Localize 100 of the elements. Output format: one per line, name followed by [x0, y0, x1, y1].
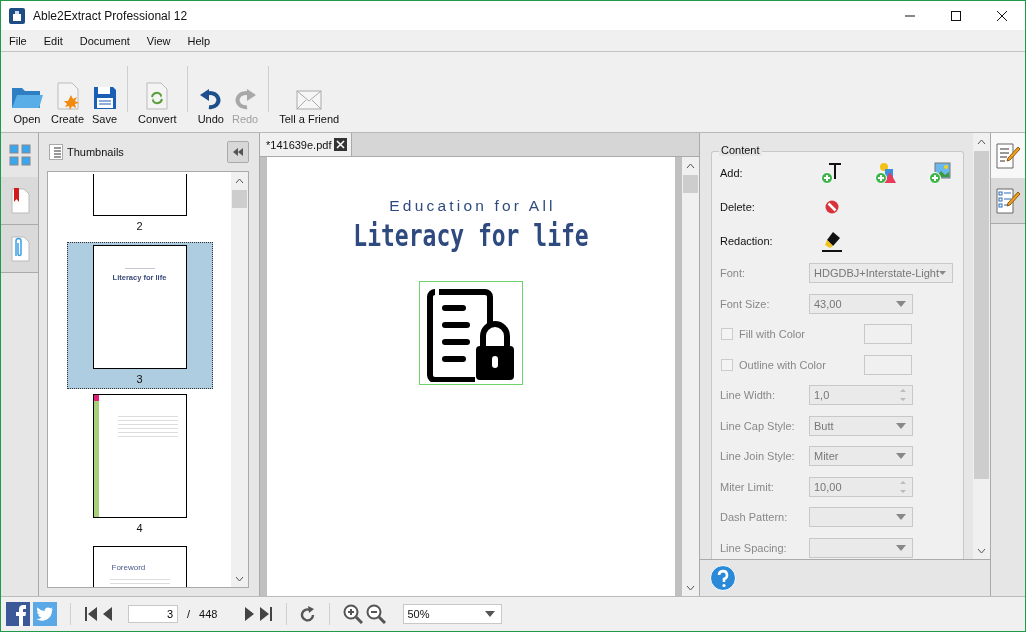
dropdown-arrow-icon — [485, 611, 496, 617]
field-label: Delete: — [720, 201, 756, 213]
menu-item[interactable]: File — [8, 34, 43, 47]
page-title: Literacy for life — [353, 219, 589, 253]
side-tab[interactable] — [1, 225, 38, 273]
page-number: 4 — [136, 521, 143, 536]
page-count: 448 — [199, 608, 218, 620]
scroll-up-icon — [686, 163, 695, 169]
marker-icon[interactable] — [821, 230, 843, 252]
dropdown-arrow-icon — [896, 422, 906, 429]
dropdown-arrow-icon — [896, 453, 906, 460]
bookmark-page-icon — [9, 187, 30, 214]
spinner-icon — [900, 479, 906, 494]
thumbnail-title: Foreword — [111, 563, 146, 572]
field-label: Redaction: — [720, 235, 774, 247]
dropdown-arrow-icon — [896, 544, 906, 551]
scrollbar[interactable] — [682, 157, 699, 596]
scroll-down-icon — [686, 585, 695, 591]
app-icon — [9, 7, 25, 24]
add-text-icon[interactable] — [821, 162, 843, 184]
checkbox-label: Outline with Color — [739, 358, 827, 371]
window-title: Able2Extract Professional 12 — [33, 8, 189, 23]
field-label: Font Size: — [720, 297, 771, 310]
scroll-up-icon — [235, 178, 244, 184]
color-swatch[interactable] — [864, 354, 912, 375]
field-label: Line Join Style: — [720, 450, 796, 463]
double-arrow-icon — [233, 148, 243, 156]
menu-item[interactable]: Help — [186, 34, 227, 47]
thumbnail-item[interactable]: Foreword — [66, 544, 213, 587]
undo-icon — [198, 86, 223, 110]
color-swatch[interactable] — [864, 324, 912, 345]
page-thumbnail[interactable] — [92, 174, 187, 216]
facebook-icon[interactable] — [6, 602, 30, 626]
toolbar-button[interactable]: Undo — [193, 80, 228, 125]
spinner-icon — [900, 388, 906, 403]
help-icon[interactable] — [710, 565, 736, 591]
scroll-down-icon — [977, 548, 986, 554]
side-tab[interactable] — [991, 133, 1025, 178]
dropdown-arrow-icon — [896, 514, 906, 521]
no-entry-icon[interactable] — [825, 200, 839, 214]
field-label: Font: — [720, 267, 747, 280]
panel-title: Thumbnails — [67, 146, 125, 158]
scroll-thumb[interactable] — [232, 190, 247, 208]
dropdown-arrow-icon — [939, 270, 946, 277]
zoom-out-icon[interactable] — [366, 604, 387, 624]
envelope-icon — [296, 90, 323, 110]
field-label: Line Width: — [720, 389, 777, 402]
scrollbar[interactable] — [231, 172, 248, 587]
side-tab[interactable] — [991, 178, 1025, 224]
thumbnail-item[interactable]: 4 — [66, 392, 213, 538]
document-tab[interactable]: *141639e.pdf — [260, 133, 353, 156]
field-label: Line Spacing: — [720, 541, 788, 554]
field-label: Miter Limit: — [720, 480, 775, 493]
previous-page-icon[interactable] — [101, 606, 113, 622]
page-number: 3 — [136, 372, 143, 387]
maximize-icon[interactable] — [950, 9, 962, 22]
field-label: Line Cap Style: — [720, 419, 796, 432]
page-separator: / — [187, 608, 191, 620]
add-image-icon[interactable] — [929, 162, 951, 184]
close-icon[interactable] — [334, 138, 348, 151]
group-title: Content — [719, 144, 762, 156]
close-icon[interactable] — [996, 9, 1008, 22]
page-number-field[interactable]: 3 — [128, 605, 178, 623]
thumbnail-item[interactable]: 2 — [66, 172, 213, 236]
toolbar-button[interactable]: Open — [7, 80, 47, 125]
tab-label: *141639e.pdf — [266, 138, 332, 151]
page-arrows-icon — [145, 82, 170, 110]
form-pencil-icon — [996, 187, 1020, 214]
first-page-icon[interactable] — [84, 606, 98, 622]
dropdown-arrow-icon — [896, 300, 906, 307]
rotate-icon[interactable] — [300, 606, 317, 622]
last-page-icon[interactable] — [259, 606, 274, 622]
add-shape-icon[interactable] — [875, 162, 897, 184]
list-icon — [49, 144, 63, 160]
menu-item[interactable]: Edit — [42, 34, 79, 47]
field-label: Add: — [720, 167, 744, 179]
collapse-button[interactable] — [227, 141, 249, 163]
toolbar-button[interactable]: Convert — [134, 80, 181, 125]
new-page-icon — [55, 82, 80, 110]
paperclip-page-icon — [9, 235, 30, 262]
page-thumbnail[interactable] — [92, 394, 187, 518]
scroll-thumb[interactable] — [683, 175, 698, 193]
scroll-thumb[interactable] — [974, 151, 989, 479]
side-tab[interactable] — [1, 177, 38, 225]
menu-item[interactable]: View — [145, 34, 187, 47]
scrollbar[interactable] — [973, 133, 990, 559]
scroll-up-icon — [977, 139, 986, 145]
menu-item[interactable]: Document — [78, 34, 146, 47]
toolbar-button[interactable]: Save — [88, 80, 122, 125]
redo-icon — [233, 86, 258, 110]
scroll-down-icon — [235, 576, 244, 582]
zoom-dropdown[interactable]: 50% — [403, 604, 503, 624]
image-selection[interactable] — [419, 281, 523, 385]
field-label: Dash Pattern: — [720, 511, 789, 524]
toolbar-button[interactable]: Create — [47, 80, 89, 125]
zoom-in-icon[interactable] — [343, 604, 364, 624]
page-pencil-icon — [996, 142, 1020, 169]
grid-icon — [8, 144, 31, 166]
page-thumbnail[interactable]: Foreword — [92, 546, 187, 587]
toolbar-button[interactable]: Tell a Friend — [275, 80, 344, 125]
